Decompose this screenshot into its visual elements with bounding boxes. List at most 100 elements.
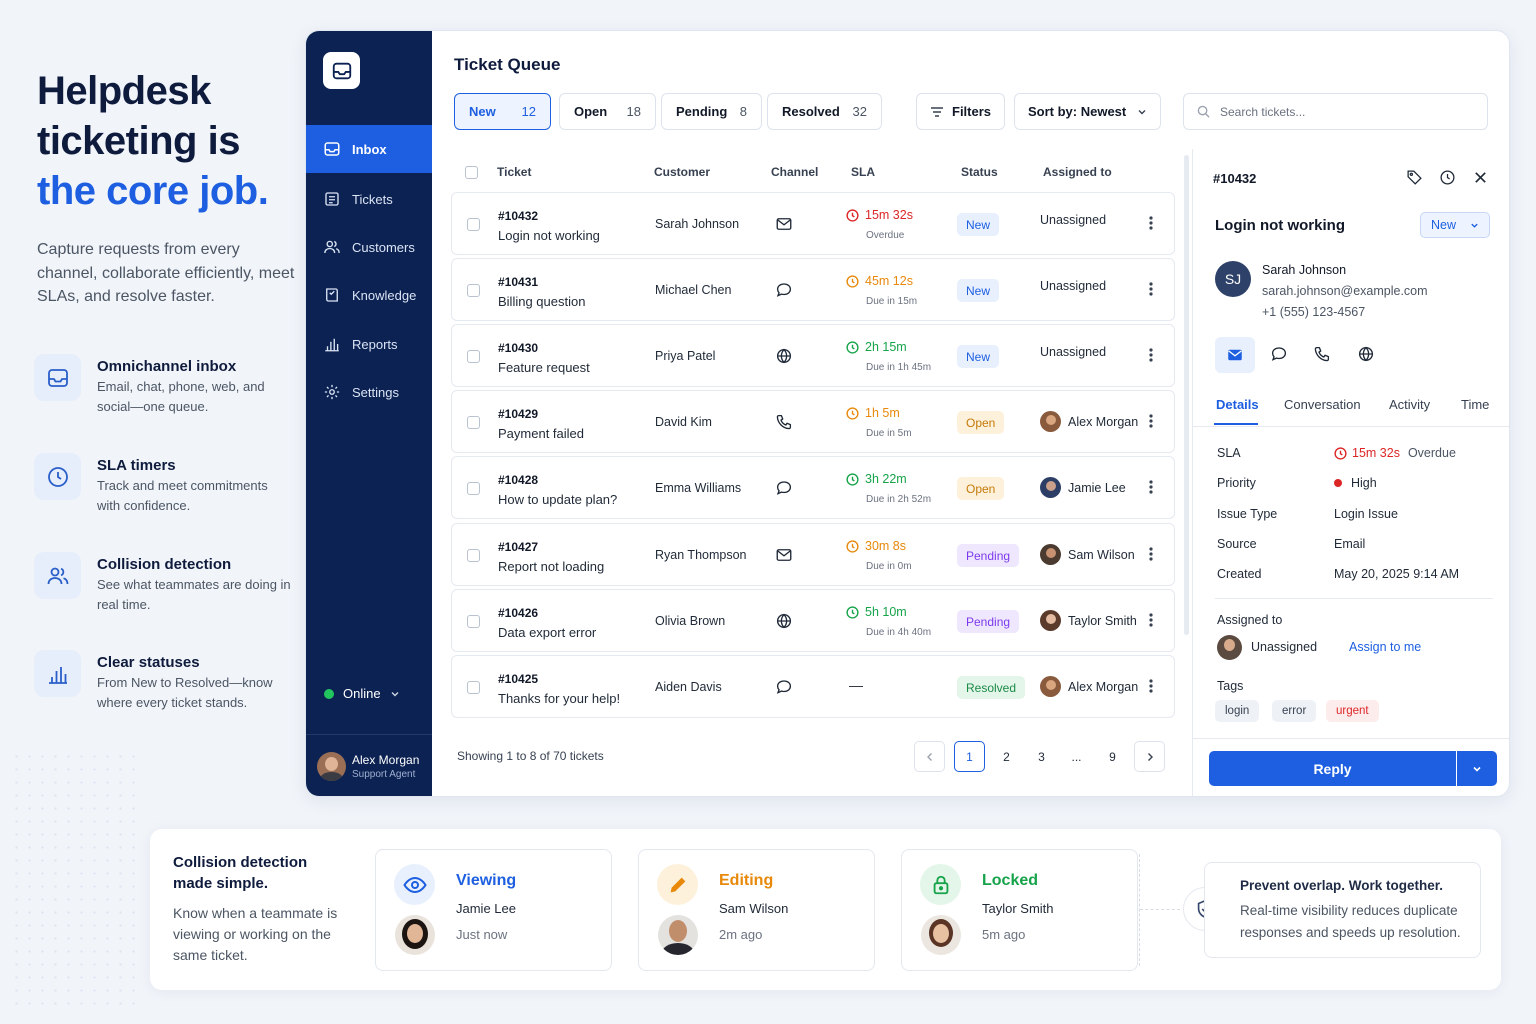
row-checkbox[interactable] (467, 549, 480, 562)
row-checkbox[interactable] (467, 615, 480, 628)
more-actions-icon[interactable] (1149, 479, 1153, 495)
page-button-1[interactable]: 1 (954, 741, 985, 772)
more-actions-icon[interactable] (1149, 413, 1153, 429)
tab-new[interactable]: New 12 (454, 93, 551, 130)
table-row[interactable]: #10427 Report not loading Ryan Thompson … (451, 523, 1175, 586)
column-header-ticket[interactable]: Ticket (497, 165, 531, 179)
customer-email[interactable]: sarah.johnson@example.com (1262, 284, 1428, 298)
column-header-channel[interactable]: Channel (771, 165, 818, 179)
row-checkbox[interactable] (467, 284, 480, 297)
bar-chart-icon (34, 650, 81, 697)
mail-icon (775, 215, 793, 233)
status-badge: Open (957, 477, 1005, 500)
user-role: Support Agent (352, 769, 416, 780)
table-row[interactable]: #10429 Payment failed David Kim 1h 5m Du… (451, 390, 1175, 453)
table-row[interactable]: #10431 Billing question Michael Chen 45m… (451, 258, 1175, 321)
more-actions-icon[interactable] (1149, 678, 1153, 694)
row-checkbox[interactable] (467, 350, 480, 363)
search-input[interactable]: Search tickets... (1183, 93, 1488, 130)
row-checkbox[interactable] (467, 218, 480, 231)
sla-note: Due in 5m (866, 428, 912, 439)
globe-icon[interactable] (1357, 345, 1375, 363)
sidebar-item-customers[interactable]: Customers (306, 223, 432, 271)
customer-name: Aiden Davis (655, 680, 722, 694)
table-row[interactable]: #10428 How to update plan? Emma Williams… (451, 456, 1175, 519)
tab-details[interactable]: Details (1216, 397, 1259, 412)
mail-channel-button[interactable] (1215, 337, 1255, 373)
tab-open[interactable]: Open 18 (559, 93, 656, 130)
reply-button[interactable]: Reply (1209, 751, 1456, 786)
row-checkbox[interactable] (467, 482, 480, 495)
customer-name: Emma Williams (655, 481, 742, 495)
column-header-assigned[interactable]: Assigned to (1043, 165, 1112, 179)
pagination-summary: Showing 1 to 8 of 70 tickets (457, 749, 604, 763)
ticket-subject: Billing question (498, 294, 586, 309)
avatar (1040, 676, 1061, 697)
tag-login[interactable]: login (1215, 700, 1260, 722)
sla-timer: 15m 32s (846, 208, 913, 222)
tab-activity[interactable]: Activity (1389, 397, 1430, 412)
column-header-status[interactable]: Status (961, 165, 998, 179)
tag-icon[interactable] (1406, 169, 1423, 186)
phone-icon[interactable] (1313, 345, 1331, 363)
table-row[interactable]: #10426 Data export error Olivia Brown 5h… (451, 589, 1175, 652)
sidebar-item-inbox[interactable]: Inbox (306, 125, 432, 173)
status-badge: Pending (957, 544, 1020, 567)
scrollbar[interactable] (1184, 155, 1189, 635)
page-button-9[interactable]: 9 (1097, 741, 1128, 772)
current-user[interactable]: Alex Morgan Support Agent (306, 734, 432, 796)
clock-icon (846, 208, 859, 222)
table-row[interactable]: #10425 Thanks for your help! Aiden Davis… (451, 655, 1175, 718)
page-title: Ticket Queue (454, 55, 561, 74)
sidebar-item-label: Knowledge (352, 287, 417, 303)
field-label: Created (1217, 567, 1262, 581)
more-actions-icon[interactable] (1149, 546, 1153, 562)
field-label: SLA (1217, 446, 1241, 460)
tag-urgent[interactable]: urgent (1326, 700, 1379, 722)
assignee: Alex Morgan (1040, 411, 1138, 432)
table-row[interactable]: #10430 Feature request Priya Patel 2h 15… (451, 324, 1175, 387)
avatar (1040, 544, 1061, 565)
page-button-2[interactable]: 2 (991, 741, 1022, 772)
helpdesk-app-window: Inbox Tickets Customers Knowledge Report… (305, 30, 1510, 797)
next-page-button[interactable] (1134, 741, 1165, 772)
ticket-subject: How to update plan? (498, 492, 618, 507)
more-actions-icon[interactable] (1149, 612, 1153, 628)
row-checkbox[interactable] (467, 681, 480, 694)
sidebar-item-label: Customers (352, 239, 415, 255)
status-selector[interactable]: Online (324, 686, 400, 701)
column-header-sla[interactable]: SLA (851, 165, 875, 179)
table-row[interactable]: #10432 Login not working Sarah Johnson 1… (451, 192, 1175, 255)
tab-resolved[interactable]: Resolved 32 (767, 93, 882, 130)
tab-pending[interactable]: Pending 8 (661, 93, 762, 130)
customer-phone[interactable]: +1 (555) 123-4567 (1262, 305, 1365, 319)
app-logo-icon[interactable] (323, 52, 360, 89)
sidebar-item-tickets[interactable]: Tickets (306, 175, 432, 223)
tag-error[interactable]: error (1272, 700, 1317, 722)
status-dropdown[interactable]: New (1420, 212, 1490, 238)
tab-conversation[interactable]: Conversation (1284, 397, 1361, 412)
sidebar-item-settings[interactable]: Settings (306, 368, 432, 416)
clock-icon[interactable] (1439, 169, 1456, 186)
chat-icon[interactable] (1270, 345, 1288, 363)
row-checkbox[interactable] (467, 416, 480, 429)
avatar (1217, 635, 1242, 660)
prev-page-button[interactable] (914, 741, 945, 772)
sidebar-item-reports[interactable]: Reports (306, 320, 432, 368)
select-all-checkbox[interactable] (465, 166, 478, 179)
more-actions-icon[interactable] (1149, 281, 1153, 297)
ticket-subject: Thanks for your help! (498, 691, 621, 706)
sla-timer: 30m 8s (846, 539, 906, 553)
clock-icon (846, 274, 859, 288)
more-actions-icon[interactable] (1149, 347, 1153, 363)
more-actions-icon[interactable] (1149, 215, 1153, 231)
tab-time[interactable]: Time (1461, 397, 1489, 412)
assign-to-me-link[interactable]: Assign to me (1349, 640, 1421, 654)
sort-dropdown[interactable]: Sort by: Newest (1014, 93, 1161, 130)
column-header-customer[interactable]: Customer (654, 165, 710, 179)
page-button-3[interactable]: 3 (1026, 741, 1057, 772)
filters-button[interactable]: Filters (916, 93, 1006, 130)
sidebar-item-knowledge[interactable]: Knowledge (306, 271, 432, 319)
close-icon[interactable] (1473, 170, 1488, 185)
reply-options-button[interactable] (1457, 751, 1497, 786)
